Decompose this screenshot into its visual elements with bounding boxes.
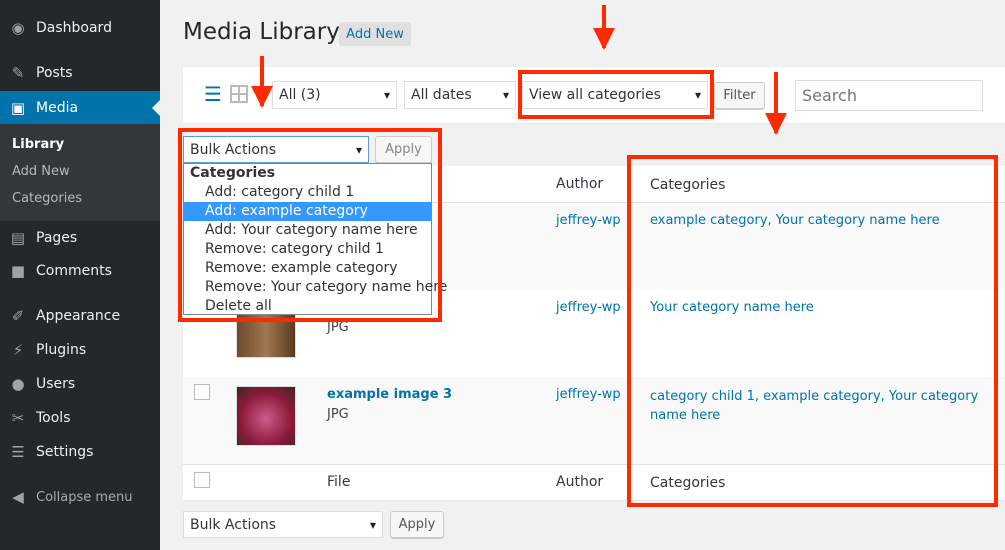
brush-icon: ✐ — [11, 307, 25, 325]
media-title-link[interactable]: example image 3 — [327, 387, 452, 402]
annotation-box-categories-column — [627, 155, 998, 507]
sidebar-item-posts[interactable]: ✎ Posts — [0, 56, 160, 90]
bulk-actions-select-bottom[interactable]: Bulk Actions — [183, 511, 383, 538]
apply-button-bottom[interactable]: Apply — [390, 511, 444, 538]
user-icon: ● — [11, 375, 25, 393]
sidebar-item-settings[interactable]: ☰ Settings — [0, 435, 160, 469]
date-filter-select[interactable]: All dates — [404, 81, 516, 109]
sidebar-item-dashboard[interactable]: ◉ Dashboard — [0, 11, 160, 45]
file-type: JPG — [327, 320, 349, 335]
page-title: Media Library — [183, 19, 340, 45]
column-header-author[interactable]: Author — [556, 176, 603, 192]
media-thumbnail[interactable] — [236, 386, 296, 446]
grid-view-icon[interactable] — [230, 85, 248, 103]
settings-icon: ☰ — [11, 443, 25, 461]
submenu-categories[interactable]: Categories — [12, 191, 82, 206]
file-type: JPG — [327, 407, 349, 422]
comment-icon: ■ — [10, 262, 26, 280]
type-filter-select[interactable]: All (3) — [272, 81, 397, 109]
sidebar-item-plugins[interactable]: ⚡ Plugins — [0, 333, 160, 367]
annotation-box-bulk-actions — [178, 128, 442, 322]
media-icon: ▣ — [10, 98, 26, 117]
pages-icon: ▤ — [10, 229, 26, 247]
sidebar-item-comments[interactable]: ■ Comments — [0, 254, 160, 288]
row-checkbox[interactable] — [194, 384, 210, 400]
author-link[interactable]: jeffrey-wp — [556, 387, 621, 402]
plug-icon: ⚡ — [12, 341, 24, 359]
column-footer-file[interactable]: File — [327, 474, 350, 490]
list-view-icon[interactable]: ☰ — [204, 84, 222, 104]
sidebar-item-tools[interactable]: ✂ Tools — [0, 401, 160, 435]
annotation-box-category-filter — [518, 70, 714, 119]
sidebar-item-appearance[interactable]: ✐ Appearance — [0, 299, 160, 333]
column-footer-author[interactable]: Author — [556, 474, 603, 490]
select-all-checkbox[interactable] — [194, 472, 210, 488]
annotation-arrow — [251, 56, 273, 108]
submenu-library[interactable]: Library — [12, 137, 64, 152]
sidebar-item-users[interactable]: ● Users — [0, 367, 160, 401]
add-new-button[interactable]: Add New — [339, 22, 411, 46]
collapse-menu[interactable]: ◀ Collapse menu — [0, 480, 160, 514]
dashboard-icon: ◉ — [11, 19, 25, 37]
media-submenu: Library Add New Categories — [0, 124, 160, 221]
filter-button[interactable]: Filter — [714, 82, 765, 109]
sidebar-item-media[interactable]: ▣ Media — [0, 91, 160, 124]
submenu-add-new[interactable]: Add New — [12, 164, 70, 179]
author-link[interactable]: jeffrey-wp — [556, 213, 621, 228]
sidebar-item-pages[interactable]: ▤ Pages — [0, 221, 160, 255]
annotation-arrow — [593, 5, 615, 50]
wrench-icon: ✂ — [11, 409, 25, 427]
annotation-arrow — [765, 72, 787, 135]
author-link[interactable]: jeffrey-wp — [556, 300, 621, 315]
pin-icon: ✎ — [11, 64, 25, 82]
collapse-icon: ◀ — [12, 488, 24, 506]
admin-sidebar: ◉ Dashboard ✎ Posts ▣ Media Library Add New… — [0, 0, 160, 550]
search-input[interactable] — [795, 80, 983, 111]
